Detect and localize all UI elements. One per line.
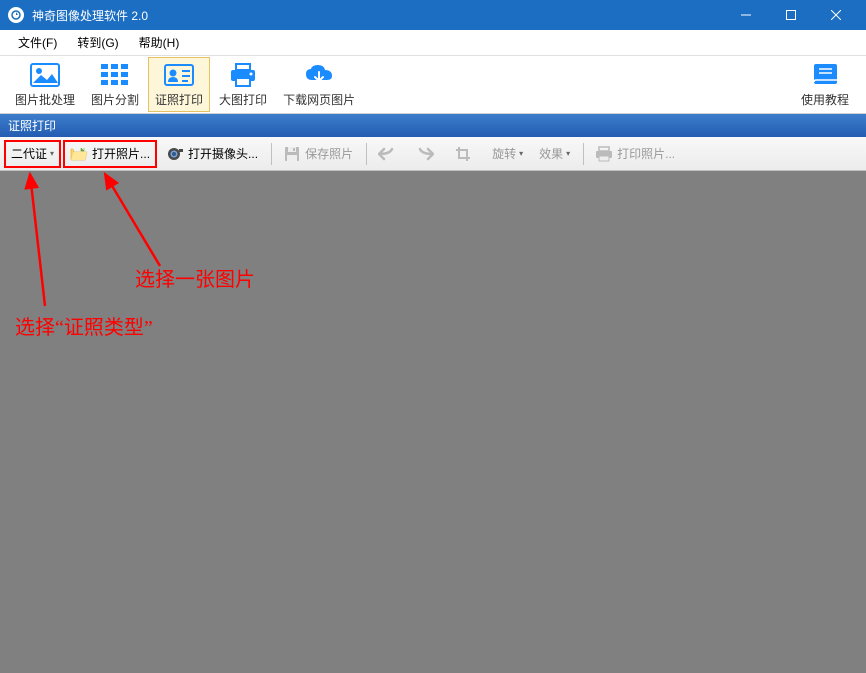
app-icon — [8, 7, 24, 23]
caret-icon: ▾ — [50, 149, 54, 158]
content-area: 选择一张图片 选择“证照类型” — [0, 171, 866, 673]
cloud-download-icon — [303, 61, 335, 89]
close-button[interactable] — [813, 0, 858, 30]
menu-help[interactable]: 帮助(H) — [129, 30, 190, 55]
section-header: 证照打印 — [0, 114, 866, 137]
undo-icon — [378, 145, 396, 163]
maximize-button[interactable] — [768, 0, 813, 30]
ribbon-tutorial[interactable]: 使用教程 — [794, 57, 856, 112]
open-camera-button[interactable]: 打开摄像头... — [159, 140, 265, 168]
ribbon: 图片批处理 图片分割 证照打印 大图打印 下载网页图片 — [0, 56, 866, 114]
save-icon — [283, 145, 301, 163]
undo-button — [371, 140, 407, 168]
menubar: 文件(F) 转到(G) 帮助(H) — [0, 30, 866, 56]
redo-button — [409, 140, 445, 168]
book-icon — [809, 61, 841, 89]
caret-icon: ▾ — [519, 149, 523, 158]
rotate-dropdown: 旋转 ▾ — [485, 140, 530, 168]
ribbon-big-print[interactable]: 大图打印 — [212, 57, 274, 112]
caret-icon: ▾ — [566, 149, 570, 158]
crop-button — [447, 140, 483, 168]
titlebar: 神奇图像处理软件 2.0 — [0, 0, 866, 30]
id-card-icon — [163, 61, 195, 89]
ribbon-id-print[interactable]: 证照打印 — [148, 57, 210, 112]
effect-dropdown: 效果 ▾ — [532, 140, 577, 168]
ribbon-split[interactable]: 图片分割 — [84, 57, 146, 112]
print-icon — [595, 145, 613, 163]
annotation-arrow — [95, 171, 175, 271]
annotation-select-image: 选择一张图片 — [135, 263, 255, 292]
crop-icon — [454, 145, 472, 163]
ribbon-batch-process[interactable]: 图片批处理 — [8, 57, 82, 112]
image-icon — [29, 61, 61, 89]
open-photo-button[interactable]: 打开照片... — [63, 140, 157, 168]
menu-file[interactable]: 文件(F) — [8, 30, 67, 55]
annotation-arrow — [20, 171, 60, 311]
minimize-button[interactable] — [723, 0, 768, 30]
print-photo-button: 打印照片... — [588, 140, 682, 168]
toolbar: 二代证 ▾ 打开照片... 打开摄像头... 保存照片 旋转 — [0, 137, 866, 171]
id-type-dropdown[interactable]: 二代证 ▾ — [4, 140, 61, 168]
camera-icon — [166, 145, 184, 163]
redo-icon — [416, 145, 434, 163]
ribbon-download-web[interactable]: 下载网页图片 — [276, 57, 362, 112]
menu-goto[interactable]: 转到(G) — [67, 30, 128, 55]
annotation-select-type: 选择“证照类型” — [15, 311, 153, 340]
window-title: 神奇图像处理软件 2.0 — [32, 7, 723, 24]
grid-icon — [99, 61, 131, 89]
save-photo-button: 保存照片 — [276, 140, 360, 168]
printer-icon — [227, 61, 259, 89]
folder-open-icon — [70, 145, 88, 163]
